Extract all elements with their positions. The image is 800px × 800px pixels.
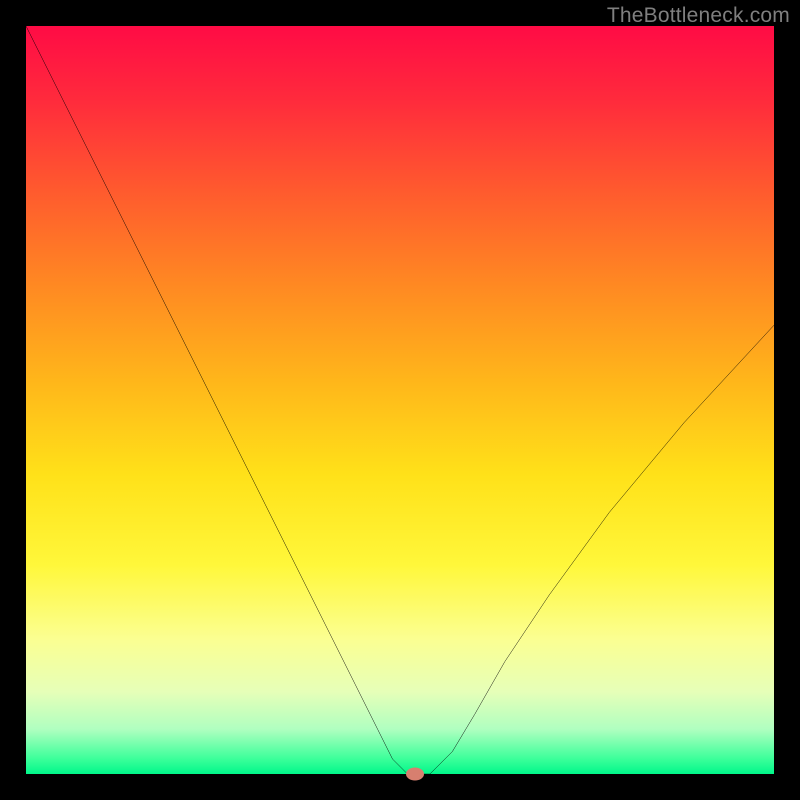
bottleneck-curve	[26, 26, 774, 774]
curve-svg	[26, 26, 774, 774]
plot-area	[26, 26, 774, 774]
watermark-text: TheBottleneck.com	[607, 4, 790, 28]
optimal-point-marker	[406, 768, 424, 781]
chart-frame: TheBottleneck.com	[0, 0, 800, 800]
